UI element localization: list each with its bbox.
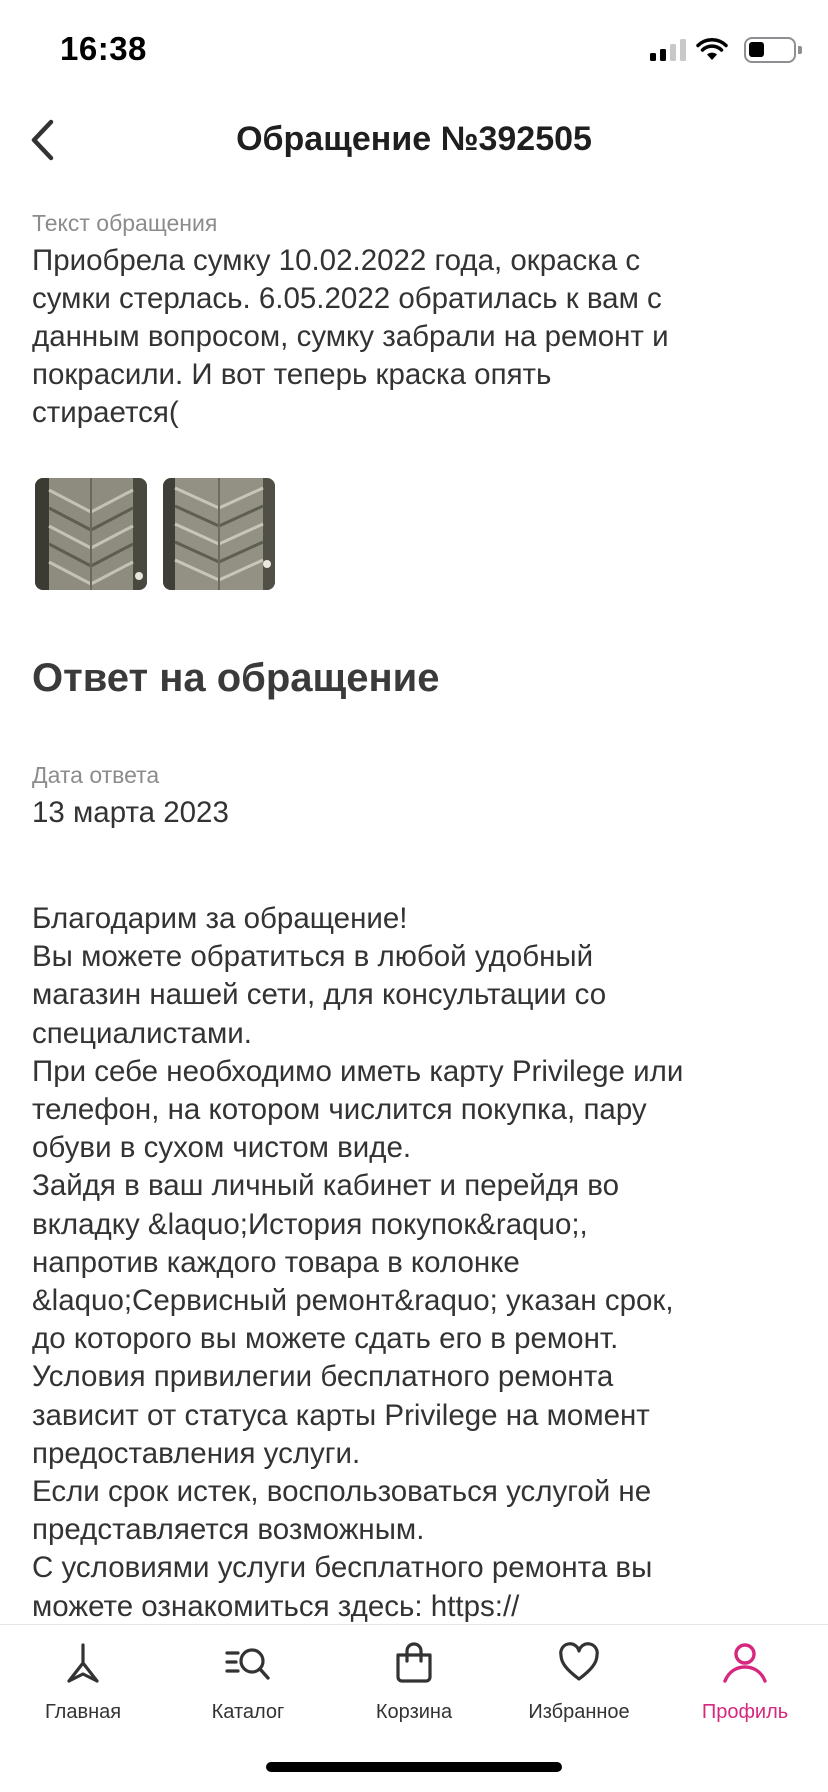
- page-title: Обращение №392505: [236, 120, 592, 158]
- tab-label: Каталог: [211, 1701, 285, 1723]
- bag-photo-thumbnail: [163, 478, 275, 590]
- status-bar: 16:38: [0, 0, 828, 100]
- home-indicator: [266, 1762, 562, 1772]
- tab-cart[interactable]: Корзина: [331, 1639, 497, 1724]
- attached-photo-2[interactable]: [163, 478, 275, 590]
- tab-label: Главная: [44, 1701, 122, 1723]
- tab-catalog[interactable]: Каталог: [165, 1639, 331, 1724]
- catalog-search-icon: [224, 1639, 272, 1687]
- answer-date-value: 13 марта 2023: [32, 796, 229, 829]
- bag-photo-thumbnail: [35, 478, 147, 590]
- cellular-signal-icon: [650, 39, 686, 61]
- tab-profile[interactable]: Профиль: [662, 1639, 828, 1724]
- profile-icon: [721, 1639, 769, 1687]
- answer-date-block: Дата ответа 13 марта 2023: [32, 760, 229, 832]
- tab-label: Избранное: [528, 1701, 630, 1723]
- appeal-text: Приобрела сумку 10.02.2022 года, окраска…: [32, 244, 669, 429]
- heart-icon: [555, 1639, 603, 1687]
- tab-label: Профиль: [701, 1701, 789, 1723]
- bag-icon: [390, 1639, 438, 1687]
- nav-header: Обращение №392505: [0, 100, 828, 180]
- answer-section-title: Ответ на обращение: [32, 656, 440, 700]
- home-logo-icon: [59, 1639, 107, 1687]
- tab-home[interactable]: Главная: [0, 1639, 166, 1724]
- attached-photo-1[interactable]: [35, 478, 147, 590]
- appeal-block: Текст обращения Приобрела сумку 10.02.20…: [32, 208, 802, 432]
- wifi-icon: [696, 38, 728, 60]
- answer-text: Благодарим за обращение! Вы можете обрат…: [32, 902, 684, 1623]
- tab-label: Корзина: [375, 1701, 453, 1723]
- status-time: 16:38: [60, 30, 147, 67]
- status-icons: [650, 36, 802, 64]
- answer-date-label: Дата ответа: [32, 762, 160, 788]
- tab-favorites[interactable]: Избранное: [496, 1639, 662, 1724]
- appeal-text-label: Текст обращения: [32, 210, 218, 236]
- battery-icon: [744, 37, 802, 63]
- attached-photos: [35, 478, 275, 590]
